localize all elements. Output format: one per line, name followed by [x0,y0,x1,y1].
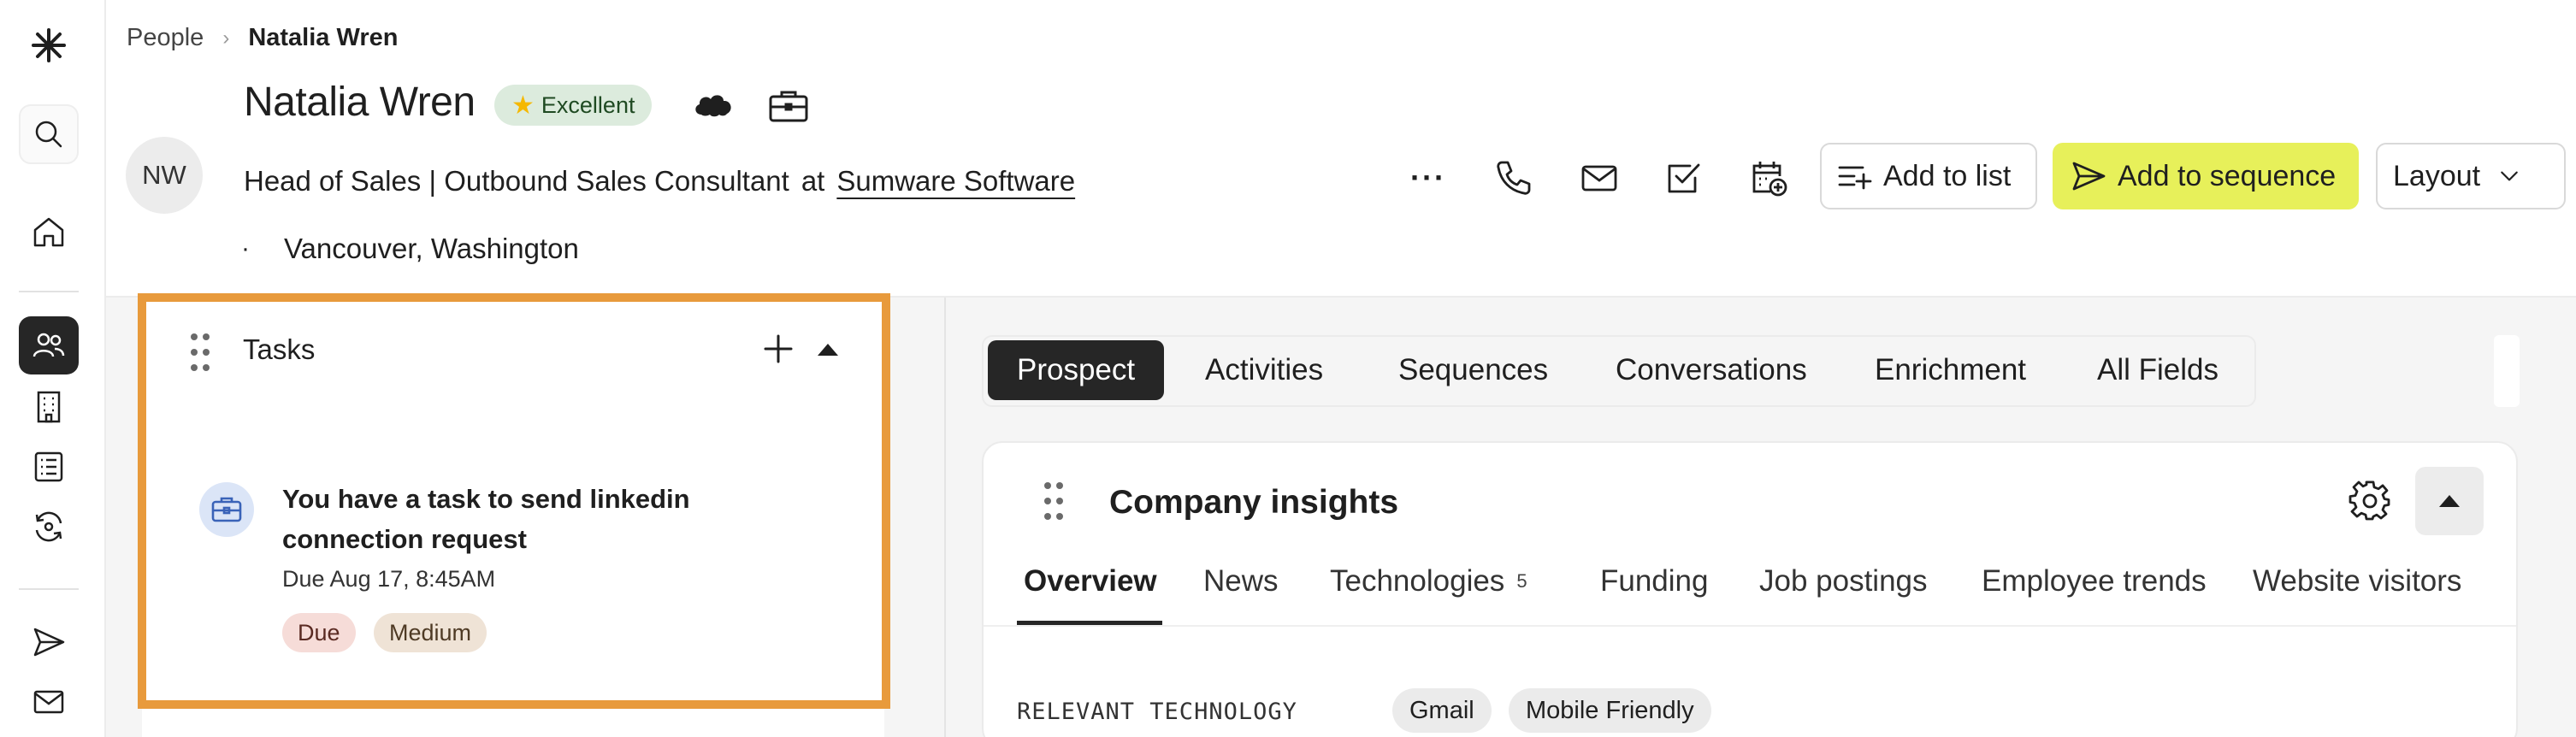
subtab-job-postings[interactable]: Job postings [1759,564,1928,598]
add-task-icon[interactable] [761,332,795,366]
subtab-funding[interactable]: Funding [1600,564,1708,598]
avatar: NW [126,137,203,214]
at-label: at [801,165,825,197]
layout-button[interactable]: Layout [2376,143,2566,209]
star-icon: ★ [511,91,535,120]
subtab-technologies-label: Technologies [1330,564,1505,598]
status-badge: Due [282,613,356,652]
more-icon: ··· [1410,160,1446,195]
home-icon[interactable] [19,202,79,262]
technologies-count: 5 [1516,570,1527,592]
tab-sequences[interactable]: Sequences [1369,340,1577,400]
logo-asterisk-icon[interactable] [19,15,79,75]
sync-icon[interactable] [19,497,79,557]
person-name: Natalia Wren [244,80,476,125]
add-to-sequence-label: Add to sequence [2118,159,2337,192]
active-subtab-indicator [1017,621,1162,625]
layout-label: Layout [2393,159,2481,192]
tab-prospect[interactable]: Prospect [988,340,1165,400]
breadcrumb-current: Natalia Wren [248,24,399,51]
location-bullet: · [241,234,250,262]
people-icon[interactable] [19,316,79,374]
send-icon[interactable] [19,612,79,672]
person-title: Head of Sales | Outbound Sales Consultan… [244,165,789,197]
add-to-list-button[interactable]: Add to list [1820,143,2037,209]
phone-icon[interactable] [1490,154,1538,202]
subtab-website-visitors[interactable]: Website visitors [2253,564,2461,598]
task-checkbox-icon[interactable] [1659,154,1707,202]
left-nav-rail [0,0,106,737]
add-to-list-label: Add to list [1883,159,2012,192]
rating-label: Excellent [541,91,635,118]
list-icon[interactable] [19,437,79,497]
tab-conversations[interactable]: Conversations [1586,340,1836,400]
subtab-employee-trends[interactable]: Employee trends [1982,564,2207,598]
building-icon[interactable] [19,377,79,437]
gear-icon[interactable] [2349,480,2391,522]
tab-enrichment[interactable]: Enrichment [1846,340,2055,400]
technology-chip[interactable]: Mobile Friendly [1509,688,1711,733]
person-headline: Head of Sales | Outbound Sales Consultan… [244,165,1075,198]
list-add-icon [1838,166,1872,190]
add-to-sequence-button[interactable]: Add to sequence [2053,143,2359,209]
drag-handle-icon[interactable] [188,332,212,373]
breadcrumb-people-link[interactable]: People [127,24,204,52]
tab-activities[interactable]: Activities [1176,340,1352,400]
company-insights-title: Company insights [1109,484,1399,521]
collapse-button[interactable] [2415,467,2484,535]
briefcase-icon[interactable] [766,85,811,127]
location-text: Vancouver, Washington [284,233,579,264]
technology-chip[interactable]: Gmail [1392,688,1492,733]
more-button[interactable]: ··· [1404,154,1452,202]
tab-all-fields[interactable]: All Fields [2068,340,2248,400]
calendar-add-icon[interactable] [1745,154,1793,202]
briefcase-icon [199,482,254,537]
subtab-overview[interactable]: Overview [1024,564,1157,598]
drag-handle-icon[interactable] [1042,481,1066,522]
priority-badge: Medium [374,613,487,652]
rating-badge[interactable]: ★ Excellent [494,85,653,126]
person-location: · Vancouver, Washington [241,233,579,265]
task-due-date: Due Aug 17, 8:45AM [282,566,496,592]
subtab-news[interactable]: News [1203,564,1279,598]
subtab-technologies[interactable]: Technologies 5 [1330,564,1527,598]
company-link[interactable]: Sumware Software [836,165,1075,198]
task-description[interactable]: You have a task to send linkedin connect… [282,479,727,559]
salesforce-cloud-icon[interactable] [691,87,736,121]
tasks-title: Tasks [243,333,316,365]
caret-up-icon [2439,495,2460,507]
send-icon [2072,162,2106,191]
collapse-caret-icon[interactable] [816,342,840,357]
relevant-technology-label: RELEVANT TECHNOLOGY [1017,699,1297,725]
chevron-right-icon: › [222,26,230,50]
breadcrumb: People › Natalia Wren [127,24,398,52]
subtab-divider [984,625,2516,627]
chevron-down-icon [2501,171,2518,181]
email-icon[interactable] [1575,154,1623,202]
tab-scroll-edge [2494,335,2520,407]
mail-icon[interactable] [19,672,79,732]
column-divider [944,298,946,737]
search-icon[interactable] [19,104,79,164]
